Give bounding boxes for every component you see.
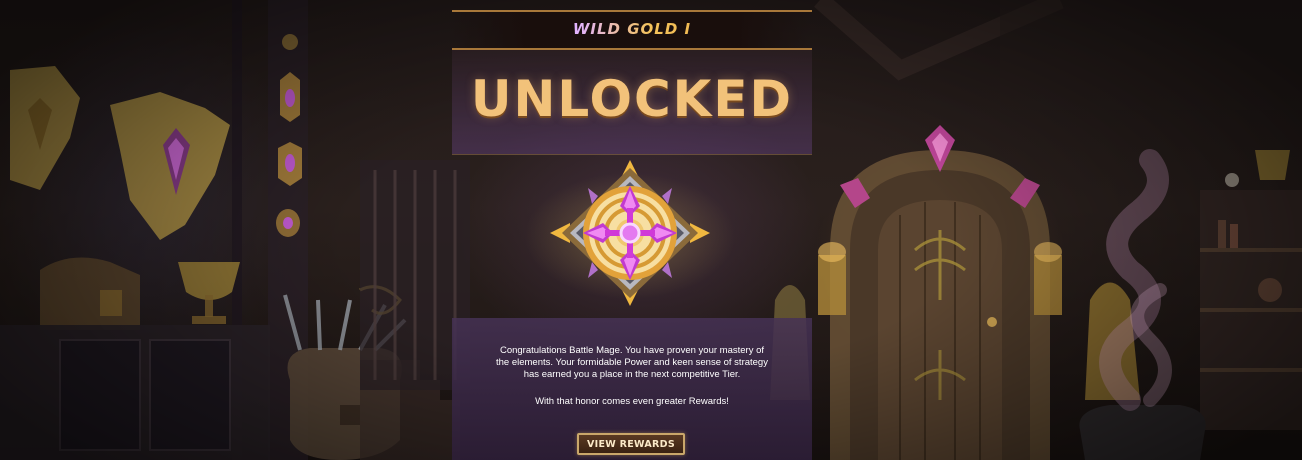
tier-label: WILD GOLD I bbox=[452, 20, 812, 38]
view-rewards-button[interactable]: VIEW REWARDS bbox=[577, 433, 685, 455]
message-line-1: Congratulations Battle Mage. You have pr… bbox=[499, 345, 765, 356]
congratulations-message: Congratulations Battle Mage. You have pr… bbox=[452, 345, 812, 381]
message-line-3: has earned you a place in the next compe… bbox=[523, 369, 741, 380]
unlocked-heading: UNLOCKED bbox=[470, 70, 794, 128]
message-line-2: the elements. Your formidable Power and … bbox=[496, 357, 768, 368]
gold-tier-emblem-icon bbox=[550, 160, 710, 306]
rewards-message: With that honor comes even greater Rewar… bbox=[535, 396, 729, 407]
